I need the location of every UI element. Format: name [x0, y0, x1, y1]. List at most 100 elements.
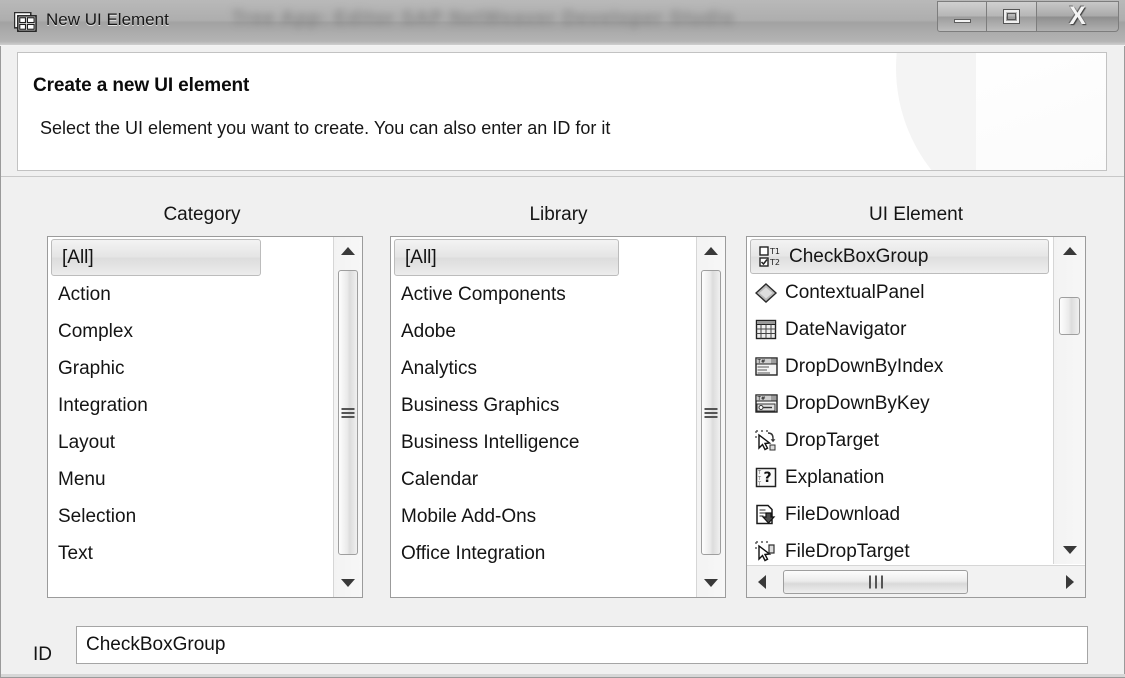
chevron-up-icon	[341, 247, 355, 255]
scrollbar-thumb[interactable]	[338, 270, 358, 555]
ui-element-listbox[interactable]: T1 T2 CheckBoxGroup ContextualPanel Date…	[746, 236, 1086, 598]
list-item[interactable]: T# DropDownByKey	[747, 385, 1052, 422]
list-item-label: ContextualPanel	[785, 281, 925, 303]
list-item-label: CheckBoxGroup	[789, 245, 929, 267]
scrollbar-thumb[interactable]	[1059, 297, 1080, 335]
close-icon: X	[1069, 2, 1086, 30]
filedownload-icon	[756, 504, 776, 524]
new-ui-element-dialog: Tree App: Editor SAP NetWeaver Developer…	[0, 0, 1125, 678]
list-item[interactable]: Integration	[48, 387, 332, 424]
scroll-up-arrow-button[interactable]	[1054, 237, 1085, 265]
background-window-text: Tree App: Editor SAP NetWeaver Developer…	[232, 8, 735, 29]
minimize-icon	[953, 18, 971, 23]
id-label: ID	[33, 644, 52, 665]
list-item[interactable]: T1 T2 CheckBoxGroup	[750, 239, 1049, 274]
scrollbar-grip-icon	[704, 406, 718, 420]
maximize-icon	[1003, 9, 1020, 24]
list-item[interactable]: Office Integration	[391, 535, 695, 572]
dropdown-key-icon: T#	[755, 393, 778, 413]
list-item[interactable]	[391, 572, 695, 597]
scroll-up-arrow-button[interactable]	[697, 237, 725, 265]
list-item[interactable]: Complex	[48, 313, 332, 350]
ui-element-horizontal-scrollbar[interactable]	[747, 565, 1085, 597]
maximize-button[interactable]	[987, 1, 1037, 32]
scrollbar-grip-icon	[867, 575, 885, 589]
list-item-label: Explanation	[785, 466, 885, 488]
list-item[interactable]: T T T ? Explanation	[747, 459, 1052, 496]
element-column-label: UI Element	[869, 204, 963, 225]
list-item[interactable]: Business Graphics	[391, 387, 695, 424]
list-item[interactable]: Adobe	[391, 313, 695, 350]
svg-text:T1: T1	[769, 247, 780, 256]
list-item[interactable]: Mobile Add-Ons	[391, 498, 695, 535]
list-item[interactable]: DateNavigator	[747, 311, 1052, 348]
library-column-label: Library	[529, 204, 588, 225]
scroll-down-arrow-button[interactable]	[334, 569, 362, 597]
window-titlebar[interactable]: Tree App: Editor SAP NetWeaver Developer…	[0, 0, 1125, 46]
library-vertical-scrollbar[interactable]	[696, 237, 725, 597]
id-input[interactable]	[76, 626, 1088, 664]
category-column-label: Category	[163, 204, 241, 225]
scroll-left-arrow-button[interactable]	[747, 566, 777, 597]
scrollbar-thumb-horizontal[interactable]	[783, 570, 968, 594]
list-item[interactable]: Business Intelligence	[391, 424, 695, 461]
window-title: New UI Element	[46, 10, 169, 29]
list-item[interactable]	[48, 572, 332, 597]
list-item-label: DropDownByIndex	[785, 355, 944, 377]
category-listbox[interactable]: [All] Action Complex Graphic Integration…	[47, 236, 363, 598]
dialog-body: Create a new UI element Select the UI el…	[0, 46, 1125, 678]
svg-text:T#: T#	[757, 359, 766, 365]
close-button[interactable]: X	[1037, 1, 1119, 32]
svg-text:?: ?	[764, 470, 772, 486]
list-item[interactable]: Calendar	[391, 461, 695, 498]
category-vertical-scrollbar[interactable]	[333, 237, 362, 597]
library-listbox[interactable]: [All] Active Components Adobe Analytics …	[390, 236, 726, 598]
scroll-down-arrow-button[interactable]	[1054, 536, 1085, 564]
list-item[interactable]: Graphic	[48, 350, 332, 387]
chevron-right-icon	[1066, 574, 1074, 589]
chevron-down-icon	[704, 579, 718, 587]
library-list-items: [All] Active Components Adobe Analytics …	[391, 237, 695, 597]
chevron-down-icon	[1062, 546, 1077, 554]
category-list-items: [All] Action Complex Graphic Integration…	[48, 237, 332, 597]
list-item[interactable]: Menu	[48, 461, 332, 498]
list-item[interactable]: Text	[48, 535, 332, 572]
scroll-up-arrow-button[interactable]	[334, 237, 362, 265]
chevron-up-icon	[704, 247, 718, 255]
header-decor-gradient	[976, 53, 1106, 170]
page-title: Create a new UI element	[33, 75, 250, 96]
scroll-down-arrow-button[interactable]	[697, 569, 725, 597]
list-item[interactable]: ContextualPanel	[747, 274, 1052, 311]
dialog-bottom-edge	[1, 674, 1125, 677]
scroll-right-arrow-button[interactable]	[1055, 566, 1085, 597]
list-item-label: DropTarget	[785, 429, 879, 451]
chevron-up-icon	[1062, 247, 1077, 255]
list-item[interactable]: FileDownload	[747, 496, 1052, 533]
page-description: Select the UI element you want to create…	[40, 118, 611, 138]
header-separator	[1, 176, 1124, 177]
minimize-button[interactable]	[937, 1, 987, 32]
list-item-label: FileDropTarget	[785, 540, 910, 562]
list-item[interactable]: [All]	[394, 239, 619, 276]
window-controls: X	[937, 1, 1119, 32]
header-panel: Create a new UI element Select the UI el…	[17, 52, 1107, 171]
list-item-label: DropDownByKey	[785, 392, 930, 414]
svg-text:T2: T2	[769, 258, 780, 267]
list-item-label: FileDownload	[785, 503, 901, 525]
list-item[interactable]: Action	[48, 276, 332, 313]
list-item[interactable]: Active Components	[391, 276, 695, 313]
svg-text:T#: T#	[757, 396, 766, 402]
explanation-question-icon: T T T ?	[755, 467, 777, 487]
ui-element-list-items: T1 T2 CheckBoxGroup ContextualPanel Date…	[747, 237, 1052, 564]
list-item[interactable]: Analytics	[391, 350, 695, 387]
list-item[interactable]: Layout	[48, 424, 332, 461]
list-item[interactable]: [All]	[51, 239, 262, 276]
list-item[interactable]: Selection	[48, 498, 332, 535]
dropdown-panel-icon: T#	[755, 356, 778, 376]
scrollbar-thumb[interactable]	[701, 270, 721, 555]
list-item[interactable]: T# DropDownByIndex	[747, 348, 1052, 385]
list-item[interactable]: FileDropTarget	[747, 533, 1052, 564]
ui-element-vertical-scrollbar[interactable]	[1053, 237, 1085, 564]
list-item[interactable]: DropTarget	[747, 422, 1052, 459]
chevron-down-icon	[341, 579, 355, 587]
